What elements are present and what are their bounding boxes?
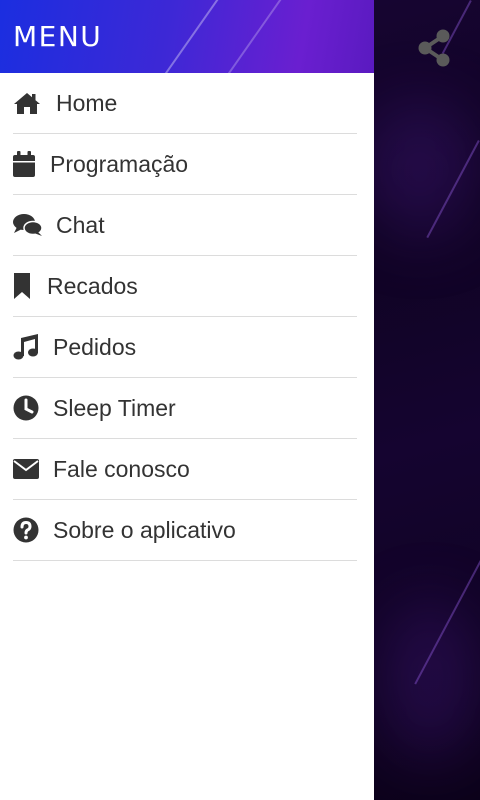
menu-item-sleep-timer[interactable]: Sleep Timer <box>13 378 357 439</box>
question-circle-icon <box>13 516 39 544</box>
header-highlight <box>219 0 302 73</box>
menu-item-fale-conosco[interactable]: Fale conosco <box>13 439 357 500</box>
menu-item-pedidos[interactable]: Pedidos <box>13 317 357 378</box>
bookmark-icon <box>13 272 33 300</box>
share-icon <box>418 29 450 67</box>
menu-item-label: Sleep Timer <box>53 394 176 421</box>
menu-item-label: Pedidos <box>53 333 137 360</box>
menu-item-sobre-o-aplicativo[interactable]: Sobre o aplicativo <box>13 500 357 561</box>
menu-list: Home Programação Chat Recados Pedidos Sl… <box>0 73 374 561</box>
drawer-title: MENU <box>13 20 103 53</box>
music-note-icon <box>13 333 39 361</box>
drawer-header: MENU <box>0 0 374 73</box>
menu-item-label: Sobre o aplicativo <box>53 516 236 543</box>
menu-item-label: Fale conosco <box>53 455 190 482</box>
menu-item-home[interactable]: Home <box>13 73 357 134</box>
menu-item-label: Home <box>56 89 118 116</box>
menu-item-label: Chat <box>56 211 105 238</box>
menu-item-label: Recados <box>47 272 138 299</box>
menu-item-programacao[interactable]: Programação <box>13 134 357 195</box>
share-button[interactable] <box>412 26 456 70</box>
envelope-icon <box>13 455 39 483</box>
clock-icon <box>13 394 39 422</box>
calendar-icon <box>13 150 37 178</box>
menu-item-label: Programação <box>50 150 189 177</box>
menu-item-recados[interactable]: Recados <box>13 256 357 317</box>
background-glow <box>380 600 480 760</box>
header-highlight <box>161 0 232 73</box>
chat-icon <box>13 211 43 239</box>
app-screen: MENU Home Programação Chat Recados Pedid… <box>0 0 480 800</box>
home-icon <box>13 89 41 117</box>
navigation-drawer: MENU Home Programação Chat Recados Pedid… <box>0 0 374 800</box>
menu-item-chat[interactable]: Chat <box>13 195 357 256</box>
